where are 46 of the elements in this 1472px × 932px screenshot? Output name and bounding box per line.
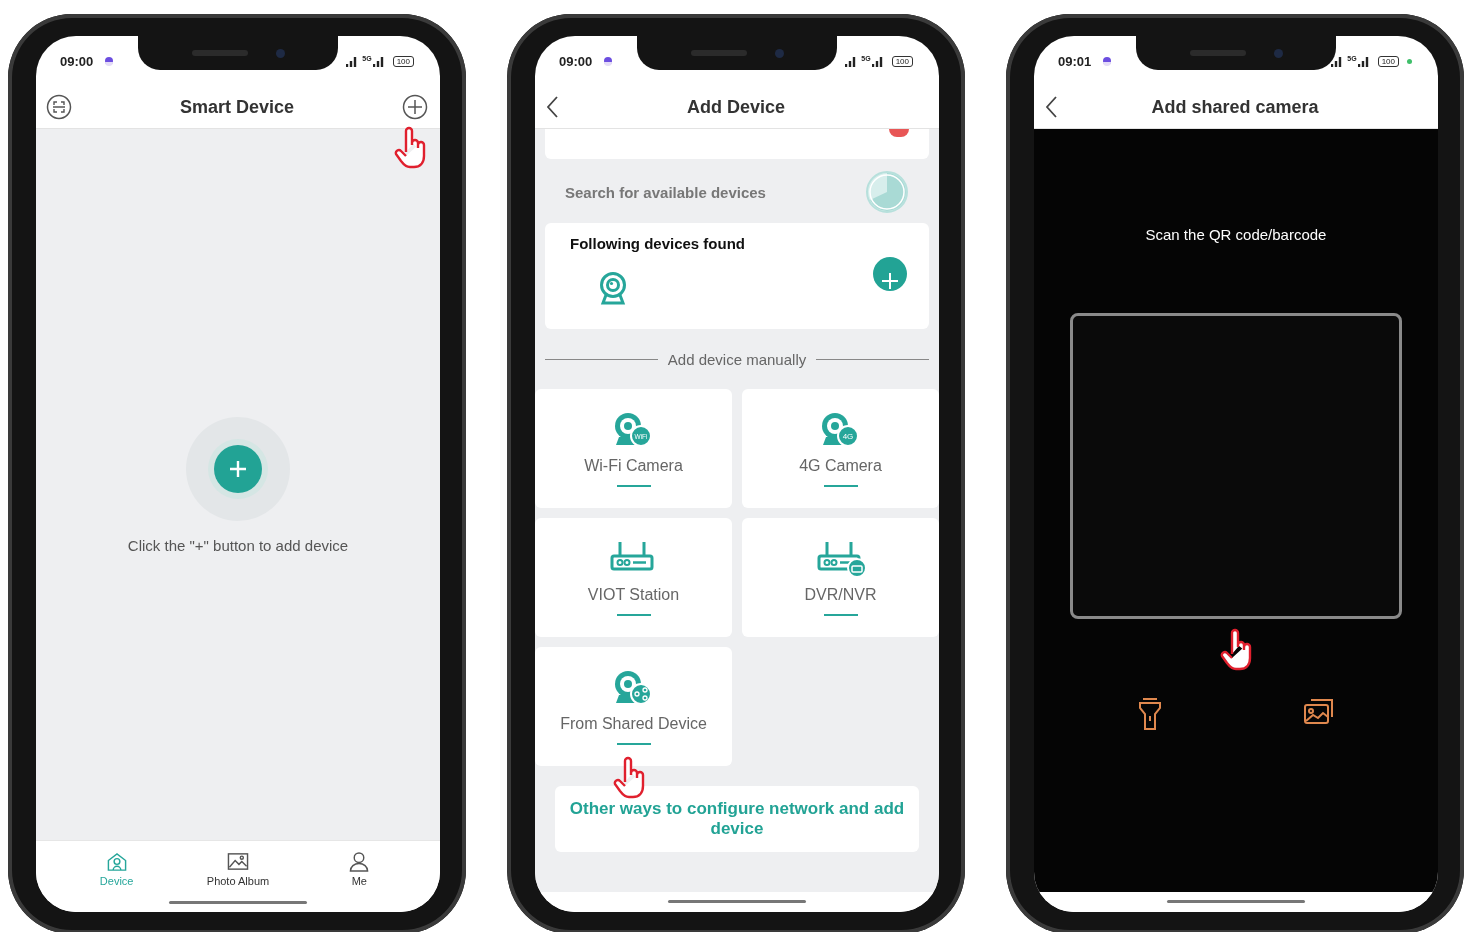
status-time: 09:01 xyxy=(1058,53,1092,69)
hand-pointer-icon xyxy=(613,756,647,800)
signal-icon xyxy=(346,55,359,67)
tab-bar-item[interactable]: Device xyxy=(66,847,167,891)
scan-icon[interactable] xyxy=(46,94,72,120)
add-icon[interactable] xyxy=(402,94,428,120)
signal-icon xyxy=(1357,55,1370,67)
battery-indicator: 100 xyxy=(392,55,414,67)
loading-spinner-icon xyxy=(865,170,909,214)
battery-indicator: 100 xyxy=(891,55,913,67)
app-icon xyxy=(602,55,615,67)
image-icon xyxy=(226,851,250,872)
plus-icon xyxy=(880,271,900,291)
flashlight-icon[interactable] xyxy=(1137,697,1163,731)
section-divider-label: Add device manually xyxy=(667,350,807,368)
status-time: 09:00 xyxy=(559,53,593,69)
device-type-card[interactable]: VIOT Station xyxy=(535,518,732,637)
signal-icon xyxy=(372,55,385,67)
app-icon xyxy=(103,55,116,67)
device-type-card[interactable]: DVR/NVR xyxy=(742,518,939,637)
tab-bar-item[interactable]: Me xyxy=(309,847,410,891)
tab-bar-item[interactable]: Photo Album xyxy=(188,847,288,891)
empty-state-message: Click the "+" button to add device xyxy=(127,537,349,554)
other-ways-link[interactable]: Other ways to configure network and add device xyxy=(555,786,919,852)
signal-icon xyxy=(1331,55,1344,67)
signal-icon xyxy=(871,55,884,67)
app-icon xyxy=(1101,55,1114,67)
add-device-button[interactable] xyxy=(873,257,907,291)
hand-pointer-icon xyxy=(1220,628,1254,672)
battery-indicator: 100 xyxy=(1377,55,1399,67)
status-time: 09:00 xyxy=(60,53,94,69)
screen-title: Add Device xyxy=(685,96,786,118)
scan-instruction: Scan the QR code/barcode xyxy=(1145,226,1327,243)
back-icon[interactable] xyxy=(1044,95,1058,119)
device-type-card[interactable]: 4G 4G Camera xyxy=(742,389,939,508)
screen-title: Smart Device xyxy=(178,96,296,118)
gallery-icon[interactable] xyxy=(1303,697,1335,725)
device-type-card[interactable]: From Shared Device xyxy=(535,647,732,766)
search-status-label: Search for available devices xyxy=(565,183,766,201)
plus-icon xyxy=(228,459,248,479)
back-icon[interactable] xyxy=(545,95,559,119)
found-devices-title: Following devices found xyxy=(570,235,745,252)
signal-icon xyxy=(845,55,858,67)
hand-pointer-icon xyxy=(394,126,428,170)
screen-title: Add shared camera xyxy=(1150,96,1320,118)
webcam-icon[interactable] xyxy=(597,271,629,305)
